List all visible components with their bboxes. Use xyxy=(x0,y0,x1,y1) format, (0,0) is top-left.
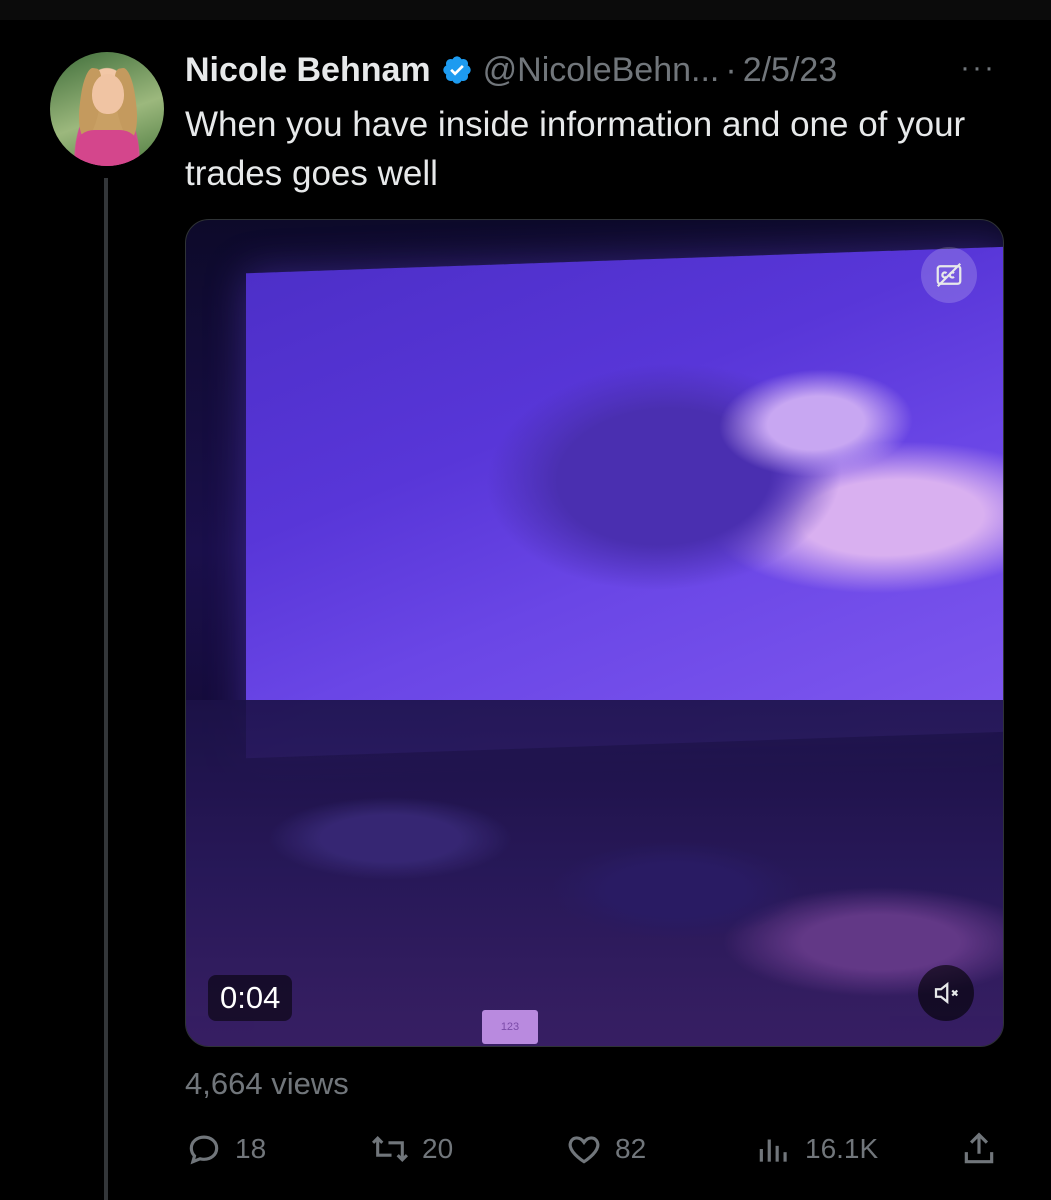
top-status-strip xyxy=(0,0,1051,20)
share-button[interactable] xyxy=(960,1124,998,1174)
tweet-header: Nicole Behnam @NicoleBehn... · 2/5/23 xyxy=(185,48,837,92)
video-timestamp: 0:04 xyxy=(208,975,293,1021)
bar-chart-icon xyxy=(755,1130,793,1168)
author-name[interactable]: Nicole Behnam xyxy=(185,51,431,90)
speaker-muted-icon[interactable] xyxy=(918,965,974,1021)
video-frame-crowd xyxy=(186,700,1003,1046)
avatar-face xyxy=(92,74,124,114)
avatar[interactable] xyxy=(50,52,164,166)
view-count: 4,664 views xyxy=(185,1066,349,1101)
repost-arrows-icon xyxy=(370,1130,410,1168)
tweet-date[interactable]: 2/5/23 xyxy=(743,51,838,90)
header-separator: · xyxy=(725,50,737,89)
action-bar: 18 20 82 16.1K xyxy=(185,1124,1005,1174)
video-player[interactable]: 123 0:04 xyxy=(185,219,1004,1047)
reply-bubble-icon xyxy=(185,1130,223,1168)
share-upload-icon xyxy=(960,1130,998,1168)
avatar-top xyxy=(76,130,138,166)
verified-badge-icon xyxy=(441,54,473,86)
closed-captions-off-icon[interactable] xyxy=(921,247,977,303)
analytics-count: 16.1K xyxy=(805,1133,879,1164)
repost-count: 20 xyxy=(422,1133,454,1164)
reply-button[interactable]: 18 xyxy=(185,1124,266,1174)
repost-button[interactable]: 20 xyxy=(370,1124,453,1174)
video-frame-screen xyxy=(246,246,1003,759)
analytics-button[interactable]: 16.1K xyxy=(755,1124,878,1174)
author-handle[interactable]: @NicoleBehn... xyxy=(483,51,720,90)
reply-count: 18 xyxy=(235,1133,267,1164)
like-count: 82 xyxy=(615,1133,647,1164)
heart-icon xyxy=(565,1130,603,1168)
tweet-text: When you have inside information and one… xyxy=(185,105,966,193)
more-options-icon[interactable]: ··· xyxy=(960,53,1000,83)
thread-connector-line xyxy=(104,178,108,1200)
table-number-sign: 123 xyxy=(482,1010,538,1044)
like-button[interactable]: 82 xyxy=(565,1124,646,1174)
